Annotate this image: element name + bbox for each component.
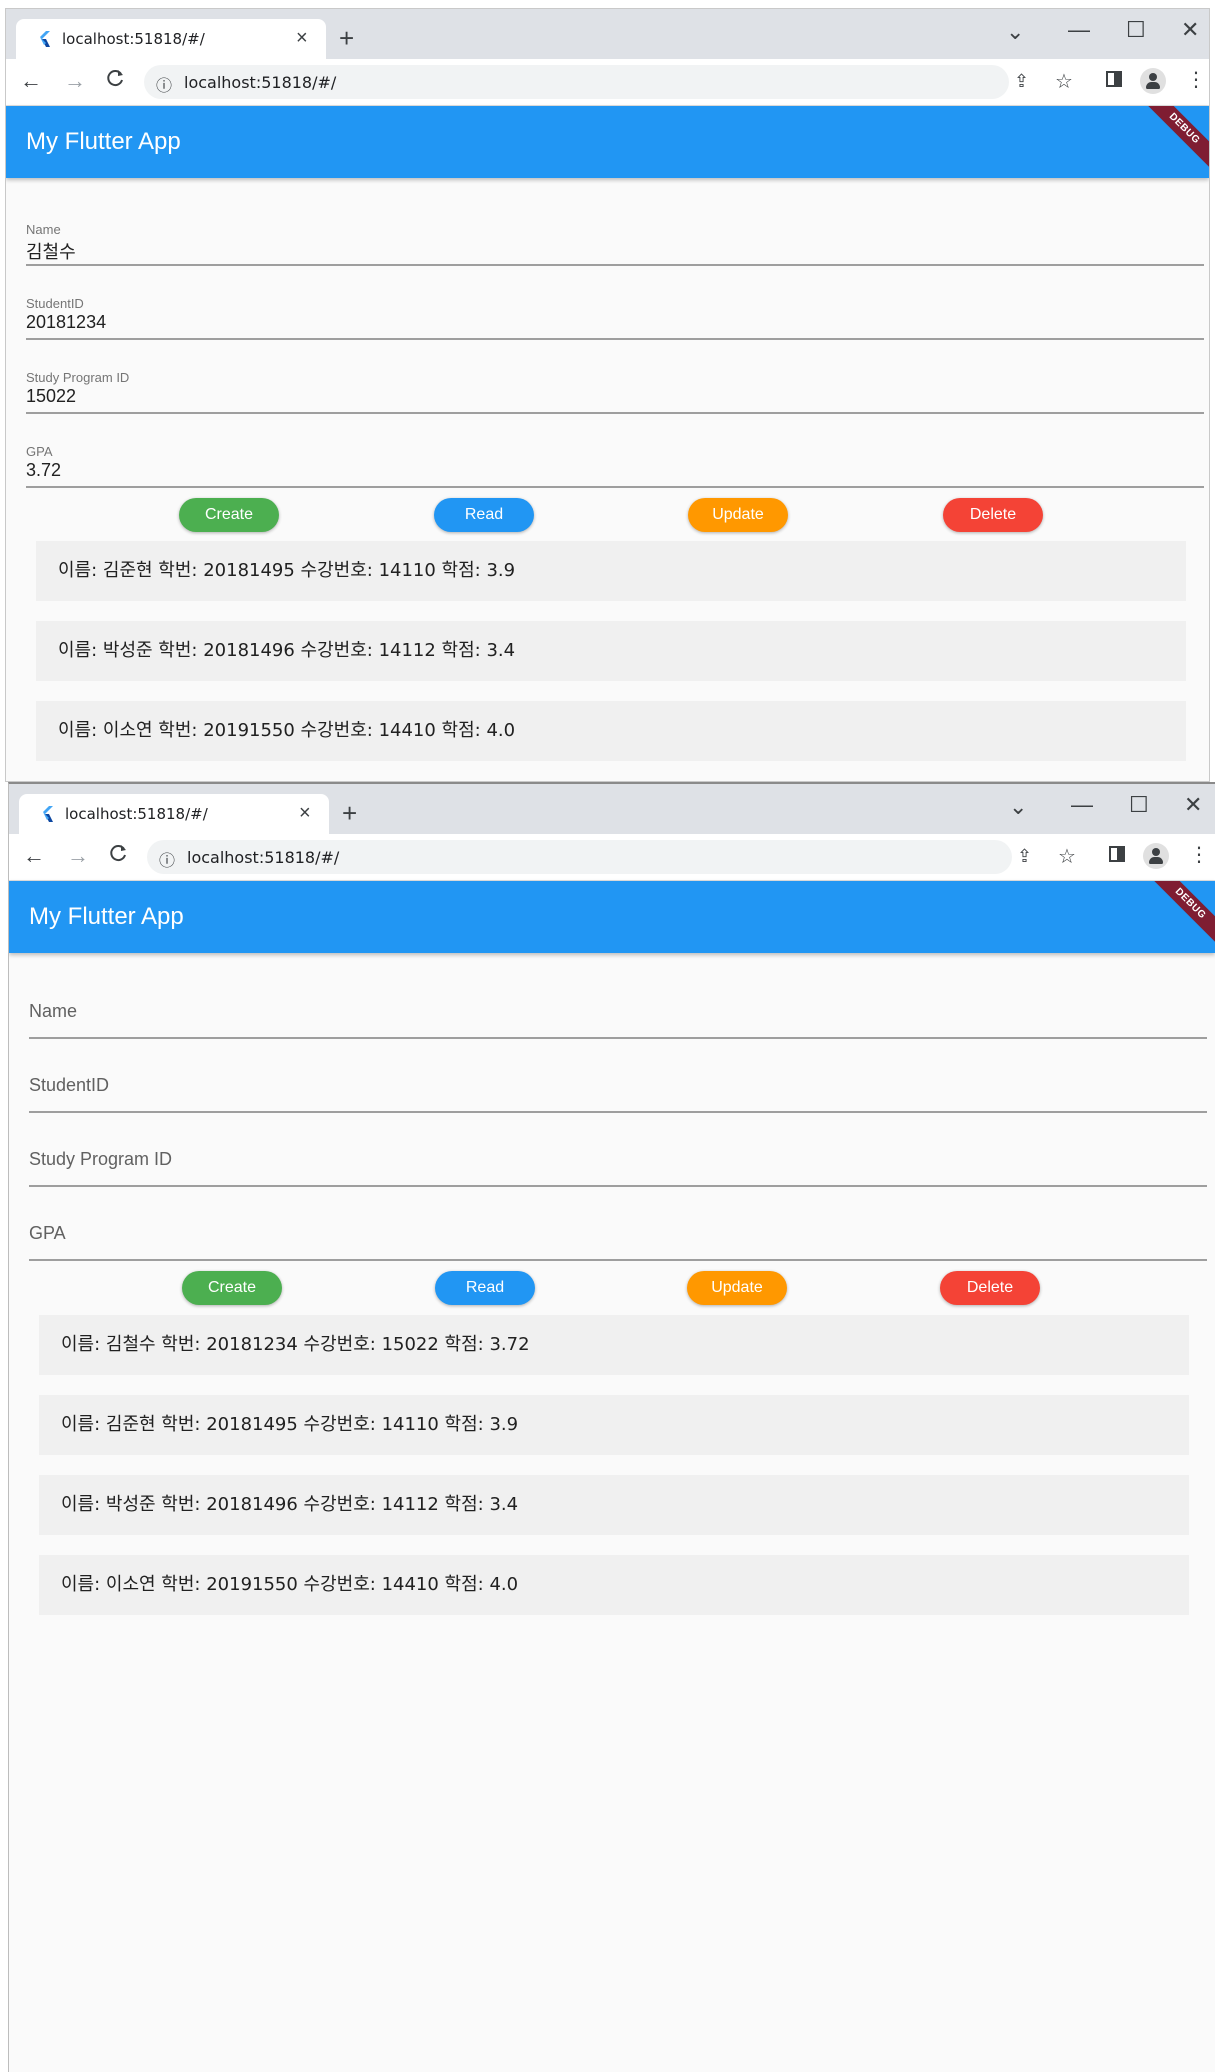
program-id-field[interactable]: Study Program ID xyxy=(29,1125,1207,1187)
name-field[interactable]: Name xyxy=(29,977,1207,1039)
gpa-label: GPA xyxy=(26,444,53,459)
share-icon[interactable]: ⇪ xyxy=(1014,71,1029,92)
create-button[interactable]: Create xyxy=(182,1271,282,1305)
reload-icon[interactable] xyxy=(106,68,126,94)
list-item: 이름: 박성준 학번: 20181496 수강번호: 14112 학점: 3.4 xyxy=(36,621,1186,681)
name-value[interactable]: 김철수 xyxy=(26,238,76,264)
browser-tab[interactable]: localhost:51818/#/ × xyxy=(16,19,326,59)
flutter-logo-icon xyxy=(43,806,53,822)
browser-toolbar: ← → ⓘ localhost:51818/#/ ⇪ ☆ ⋮ xyxy=(9,834,1215,881)
tab-close-icon[interactable]: × xyxy=(299,801,311,825)
info-icon[interactable]: ⓘ xyxy=(156,72,172,96)
star-icon[interactable]: ☆ xyxy=(1055,69,1073,94)
forward-arrow-icon[interactable]: → xyxy=(64,68,86,94)
delete-button[interactable]: Delete xyxy=(943,498,1043,532)
name-field[interactable]: Name 김철수 xyxy=(26,204,1204,266)
maximize-button[interactable]: ☐ xyxy=(1129,790,1149,820)
back-arrow-icon[interactable]: ← xyxy=(23,843,45,869)
debug-banner: DEBUG xyxy=(1138,106,1209,175)
name-label: Name xyxy=(26,222,61,237)
maximize-button[interactable]: ☐ xyxy=(1126,15,1146,45)
program-id-hint: Study Program ID xyxy=(29,1149,173,1169)
list-item: 이름: 이소연 학번: 20191550 수강번호: 14410 학점: 4.0 xyxy=(39,1555,1189,1615)
minimize-button[interactable]: — xyxy=(1071,790,1093,820)
kebab-menu-icon[interactable]: ⋮ xyxy=(1186,67,1206,92)
address-bar[interactable]: ⓘ localhost:51818/#/ ⇪ ☆ xyxy=(144,65,1073,99)
delete-button[interactable]: Delete xyxy=(940,1271,1040,1305)
tab-title: localhost:51818/#/ xyxy=(62,30,205,48)
tab-strip: localhost:51818/#/ × + ⌄ — ☐ ✕ xyxy=(6,9,1209,59)
student-id-label: StudentID xyxy=(26,296,84,311)
close-window-button[interactable]: ✕ xyxy=(1181,15,1199,45)
list-item: 이름: 김철수 학번: 20181234 수강번호: 15022 학점: 3.7… xyxy=(39,1315,1189,1375)
browser-toolbar: ← → ⓘ localhost:51818/#/ ⇪ ☆ ⋮ xyxy=(6,59,1209,106)
gpa-field[interactable]: GPA xyxy=(29,1199,1207,1261)
kebab-menu-icon[interactable]: ⋮ xyxy=(1189,842,1209,867)
new-tab-button[interactable]: + xyxy=(342,800,357,826)
profile-icon[interactable] xyxy=(1140,68,1166,94)
gpa-value[interactable]: 3.72 xyxy=(26,460,61,481)
tab-strip: localhost:51818/#/ × + ⌄ — ☐ ✕ xyxy=(9,784,1215,834)
app-title: My Flutter App xyxy=(26,128,181,155)
flutter-logo-icon xyxy=(40,31,50,47)
tab-title: localhost:51818/#/ xyxy=(65,805,208,823)
list-item: 이름: 김준현 학번: 20181495 수강번호: 14110 학점: 3.9 xyxy=(36,541,1186,601)
minimize-button[interactable]: — xyxy=(1068,15,1090,45)
new-tab-button[interactable]: + xyxy=(339,25,354,51)
share-icon[interactable]: ⇪ xyxy=(1017,846,1032,867)
profile-icon[interactable] xyxy=(1143,843,1169,869)
student-id-value[interactable]: 20181234 xyxy=(26,312,106,333)
side-panel-icon[interactable] xyxy=(1109,846,1125,862)
app-title: My Flutter App xyxy=(29,903,184,930)
program-id-value[interactable]: 15022 xyxy=(26,386,76,407)
program-id-label: Study Program ID xyxy=(26,370,130,385)
read-button[interactable]: Read xyxy=(434,498,534,532)
tab-search-chevron-icon[interactable]: ⌄ xyxy=(1006,17,1024,47)
info-icon[interactable]: ⓘ xyxy=(159,847,175,871)
debug-banner: DEBUG xyxy=(1144,881,1215,950)
app-bar: My Flutter App DEBUG xyxy=(9,881,1215,953)
tab-search-chevron-icon[interactable]: ⌄ xyxy=(1009,792,1027,822)
tab-close-icon[interactable]: × xyxy=(296,26,308,50)
student-id-field[interactable]: StudentID 20181234 xyxy=(26,278,1204,340)
student-id-hint: StudentID xyxy=(29,1075,110,1095)
browser-window-1: localhost:51818/#/ × + ⌄ — ☐ ✕ ← → ⓘ loc… xyxy=(5,8,1210,782)
reload-icon[interactable] xyxy=(109,843,129,869)
list-item: 이름: 김준현 학번: 20181495 수강번호: 14110 학점: 3.9 xyxy=(39,1395,1189,1455)
browser-tab[interactable]: localhost:51818/#/ × xyxy=(19,794,329,834)
update-button[interactable]: Update xyxy=(688,498,788,532)
gpa-field[interactable]: GPA 3.72 xyxy=(26,426,1204,488)
star-icon[interactable]: ☆ xyxy=(1058,844,1076,869)
forward-arrow-icon[interactable]: → xyxy=(67,843,89,869)
create-button[interactable]: Create xyxy=(179,498,279,532)
gpa-hint: GPA xyxy=(29,1223,66,1243)
app-bar: My Flutter App DEBUG xyxy=(6,106,1209,178)
url-text[interactable]: localhost:51818/#/ xyxy=(184,73,336,92)
url-text[interactable]: localhost:51818/#/ xyxy=(187,848,339,867)
address-bar[interactable]: ⓘ localhost:51818/#/ ⇪ ☆ xyxy=(147,840,1076,874)
close-window-button[interactable]: ✕ xyxy=(1184,790,1202,820)
list-item: 이름: 박성준 학번: 20181496 수강번호: 14112 학점: 3.4 xyxy=(39,1475,1189,1535)
program-id-field[interactable]: Study Program ID 15022 xyxy=(26,352,1204,414)
update-button[interactable]: Update xyxy=(687,1271,787,1305)
name-hint: Name xyxy=(29,1001,78,1021)
student-id-field[interactable]: StudentID xyxy=(29,1051,1207,1113)
list-item: 이름: 이소연 학번: 20191550 수강번호: 14410 학점: 4.0 xyxy=(36,701,1186,761)
read-button[interactable]: Read xyxy=(435,1271,535,1305)
back-arrow-icon[interactable]: ← xyxy=(20,68,42,94)
side-panel-icon[interactable] xyxy=(1106,71,1122,87)
browser-window-2: localhost:51818/#/ × + ⌄ — ☐ ✕ ← → ⓘ loc… xyxy=(8,782,1215,2072)
